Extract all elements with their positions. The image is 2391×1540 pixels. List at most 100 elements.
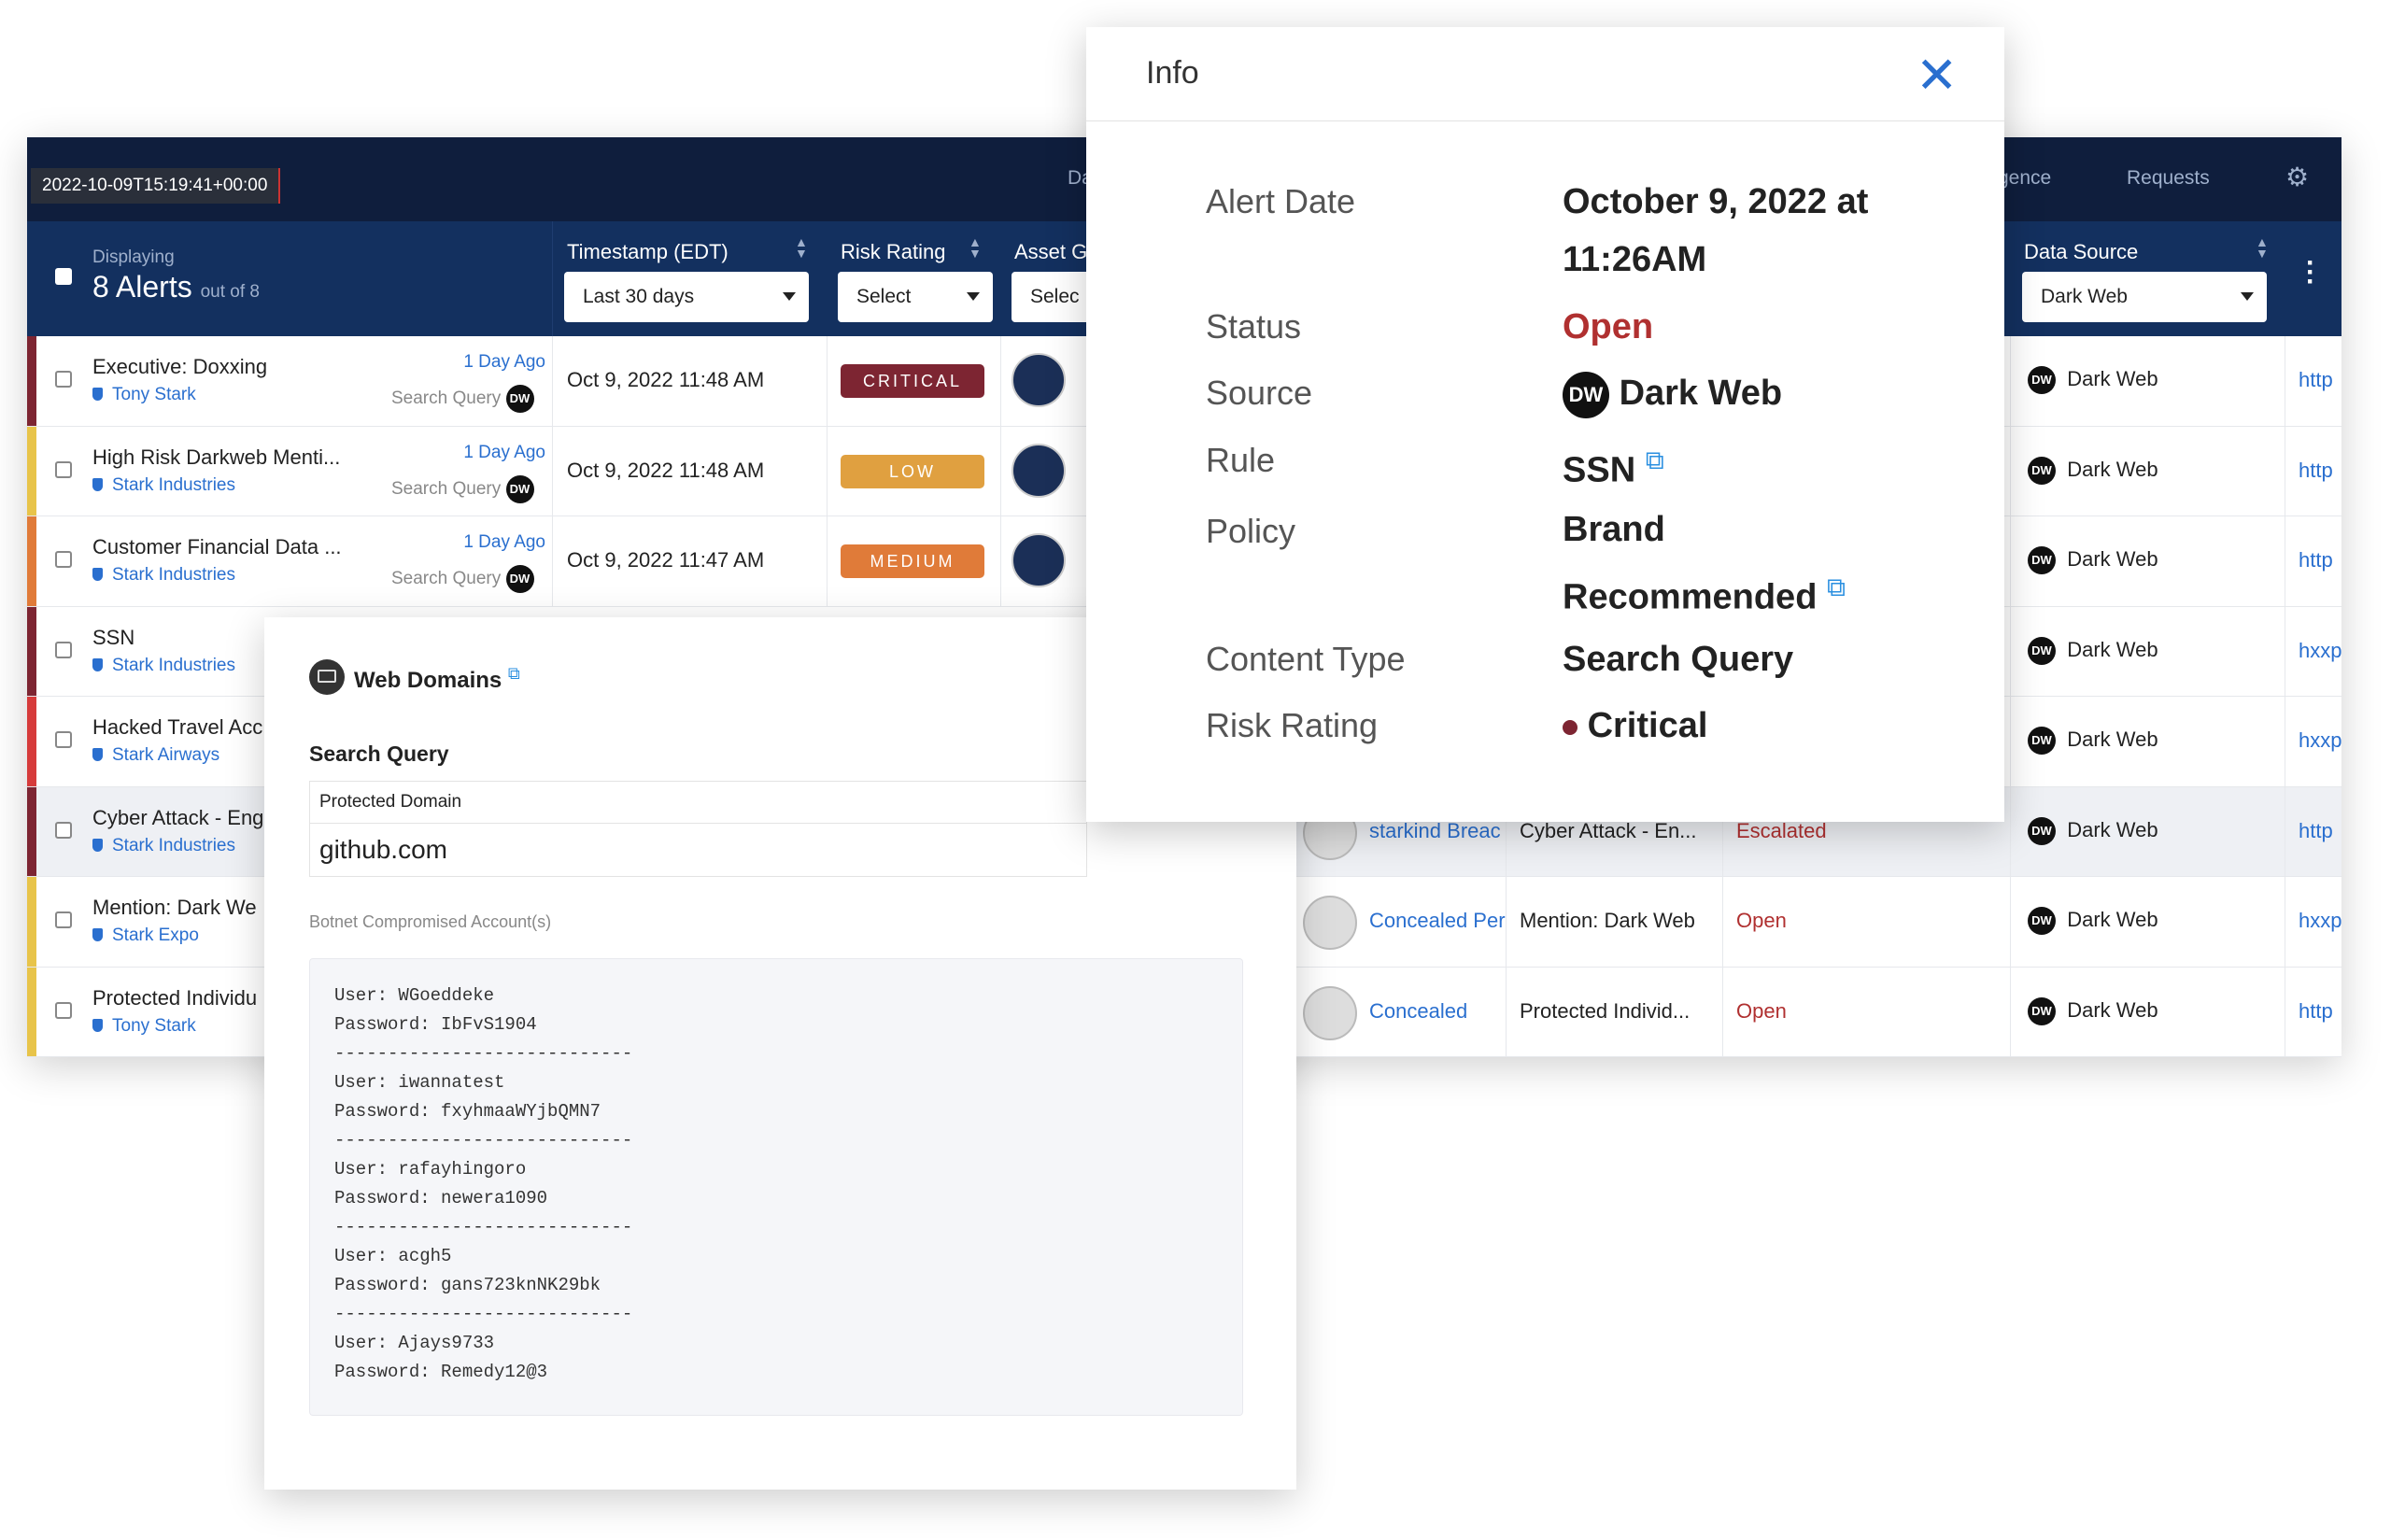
gear-icon[interactable]: ⚙: [2285, 162, 2309, 192]
status-text: Open: [1736, 909, 1787, 932]
row-checkbox[interactable]: [55, 731, 72, 748]
data-source: DW Dark Web: [2028, 546, 2158, 574]
risk-badge: LOW: [841, 454, 984, 488]
asset-org[interactable]: Tony Stark: [92, 385, 196, 405]
sort-icon[interactable]: ▲ ▼: [2256, 235, 2269, 260]
url-link[interactable]: http: [2299, 548, 2333, 572]
alert-title[interactable]: SSN: [92, 626, 134, 650]
status-text: Escalated: [1736, 818, 1827, 842]
asset-org[interactable]: Stark Airways: [92, 745, 219, 766]
status-value: Open: [1563, 307, 1654, 346]
timestamp-filter[interactable]: Last 30 days: [564, 272, 809, 322]
url-link[interactable]: hxxp: [2299, 639, 2341, 663]
asset-org[interactable]: Stark Expo: [92, 925, 199, 946]
alert-title[interactable]: Executive: Doxxing: [92, 355, 267, 379]
url-link[interactable]: http: [2299, 368, 2333, 392]
dark-web-icon: DW: [505, 565, 534, 593]
asset-org[interactable]: Stark Industries: [92, 565, 235, 586]
rule-value: SSN ⧉: [1563, 445, 1664, 490]
asset-avatar[interactable]: [1012, 443, 1066, 498]
asset-org[interactable]: Stark Industries: [92, 836, 235, 856]
row-checkbox[interactable]: [55, 460, 72, 478]
select-all-checkbox[interactable]: [55, 268, 72, 285]
data-source-filter[interactable]: Dark Web: [2022, 272, 2267, 322]
nav-item-intelligence[interactable]: gence: [1998, 167, 2051, 190]
shield-icon: [92, 568, 103, 581]
status-text: Open: [1736, 998, 1787, 1023]
risk-rating-filter[interactable]: Select: [838, 272, 993, 322]
data-source-header[interactable]: Data Source: [2024, 240, 2138, 264]
risk-badge: MEDIUM: [841, 544, 984, 578]
asset-name[interactable]: Concealed: [1369, 999, 1509, 1024]
asset-avatar[interactable]: [1012, 533, 1066, 587]
data-source: DW Dark Web: [2028, 816, 2158, 845]
row-checkbox[interactable]: [55, 911, 72, 928]
dark-web-icon: DW: [2028, 366, 2056, 394]
url-link[interactable]: http: [2299, 459, 2333, 483]
sort-icon[interactable]: ▲ ▼: [795, 235, 808, 260]
accounts-block: User: WGoeddeke Password: IbFvS1904 ----…: [309, 958, 1243, 1416]
risk-color-bar: [27, 336, 36, 426]
shield-icon: [92, 657, 103, 671]
person-avatar-icon: [1303, 985, 1357, 1040]
dark-web-icon: DW: [2028, 907, 2056, 935]
alert-name: Protected Individ...: [1520, 998, 1691, 1023]
timestamp-header[interactable]: Timestamp (EDT): [567, 240, 729, 264]
url-link[interactable]: hxxp: [2299, 909, 2341, 933]
row-checkbox[interactable]: [55, 821, 72, 839]
asset-name[interactable]: Concealed Per: [1369, 909, 1509, 933]
url-link[interactable]: hxxp: [2299, 728, 2341, 753]
dark-web-icon: DW: [505, 385, 534, 413]
info-modal: Info ✕ Alert Date October 9, 2022 at 11:2…: [1086, 27, 2004, 822]
shield-icon: [92, 748, 103, 761]
timestamp-tooltip: 2022-10-09T15:19:41+00:00: [31, 168, 281, 204]
relative-time: 1 Day Ago: [463, 442, 545, 462]
row-checkbox[interactable]: [55, 551, 72, 568]
alert-title[interactable]: Protected Individu: [92, 986, 257, 1010]
more-options-icon[interactable]: · · ·: [2306, 249, 2315, 296]
close-icon[interactable]: ✕: [1916, 48, 1958, 104]
relative-time: 1 Day Ago: [463, 532, 545, 552]
asset-avatar[interactable]: [1012, 353, 1066, 407]
row-checkbox[interactable]: [55, 641, 72, 658]
shield-icon: [92, 838, 103, 852]
risk-color-bar: [27, 877, 36, 967]
shield-icon: [92, 928, 103, 941]
person-avatar-icon: [1303, 896, 1357, 950]
risk-badge: CRITICAL: [841, 364, 984, 398]
data-source: DW Dark Web: [2028, 456, 2158, 485]
protected-domain-value: github.com: [309, 823, 1087, 877]
alert-title[interactable]: High Risk Darkweb Menti...: [92, 445, 340, 470]
risk-color-bar: [27, 786, 36, 876]
dark-web-icon: DW: [2028, 546, 2056, 574]
alert-title[interactable]: Mention: Dark We: [92, 896, 257, 920]
alert-title[interactable]: Customer Financial Data ...: [92, 535, 342, 559]
content-type: Search Query DW: [391, 474, 534, 503]
alert-count: 8 Alerts out of 8: [92, 270, 260, 304]
alert-title[interactable]: Hacked Travel Acc: [92, 715, 262, 740]
risk-rating-value: Critical: [1563, 697, 1707, 755]
section-title: Search Query: [309, 742, 449, 766]
sort-icon[interactable]: ▲ ▼: [969, 235, 982, 260]
content-type: Search Query DW: [391, 565, 534, 593]
url-link[interactable]: http: [2299, 819, 2333, 843]
row-checkbox[interactable]: [55, 1001, 72, 1019]
data-source: DW Dark Web: [2028, 636, 2158, 665]
dark-web-icon: DW: [505, 474, 534, 503]
nav-item-requests[interactable]: Requests: [2127, 167, 2210, 190]
alert-name: Mention: Dark Web: [1520, 909, 1695, 932]
risk-color-bar: [27, 516, 36, 606]
external-link-icon[interactable]: ⧉: [1827, 572, 1846, 601]
asset-org[interactable]: Stark Industries: [92, 656, 235, 676]
asset-header[interactable]: Asset G: [1014, 240, 1087, 264]
asset-org[interactable]: Tony Stark: [92, 1016, 196, 1037]
external-link-icon[interactable]: ⧉: [508, 664, 520, 683]
content-type-label: Content Type: [1206, 640, 1406, 678]
asset-name[interactable]: starkind Breac: [1369, 819, 1509, 843]
url-link[interactable]: http: [2299, 999, 2333, 1024]
alert-title[interactable]: Cyber Attack - Eng: [92, 806, 263, 830]
external-link-icon[interactable]: ⧉: [1646, 445, 1664, 474]
asset-org[interactable]: Stark Industries: [92, 475, 235, 496]
risk-rating-header[interactable]: Risk Rating: [841, 240, 945, 264]
row-checkbox[interactable]: [55, 371, 72, 388]
